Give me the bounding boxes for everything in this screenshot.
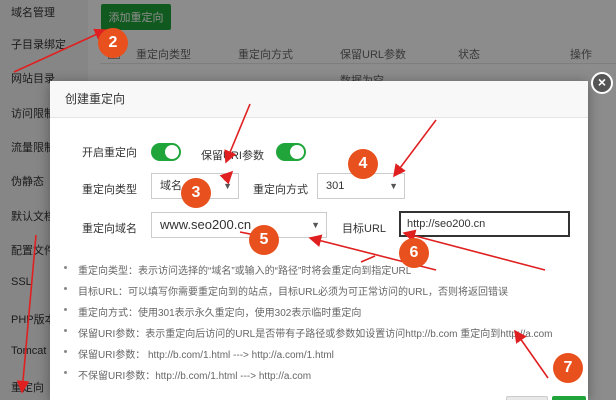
target-url-label: 目标URL xyxy=(342,223,387,235)
redirect-type-value: 域名 xyxy=(160,180,182,192)
annotation-badge-2: 2 xyxy=(98,28,128,58)
redirect-method-value: 301 xyxy=(326,180,345,192)
chevron-down-icon: ▼ xyxy=(223,181,232,191)
annotation-badge-7: 7 xyxy=(553,353,583,383)
enable-redirect-label: 开启重定向 xyxy=(82,147,137,159)
redirect-domain-label: 重定向域名 xyxy=(82,223,137,235)
keep-params-toggle[interactable] xyxy=(276,143,306,161)
enable-redirect-toggle[interactable] xyxy=(151,143,181,161)
toggle-knob xyxy=(290,145,304,159)
annotation-badge-4: 4 xyxy=(348,149,378,179)
chevron-down-icon: ▼ xyxy=(311,220,320,230)
cancel-button[interactable] xyxy=(506,396,548,400)
annotation-badge-5: 5 xyxy=(249,225,279,255)
redirect-type-label: 重定向类型 xyxy=(82,184,137,196)
toggle-knob xyxy=(165,145,179,159)
dialog-title: 创建重定向 xyxy=(50,81,588,118)
keep-params-label: 保留URI参数 xyxy=(201,150,264,162)
close-icon[interactable]: × xyxy=(591,72,613,94)
redirect-domain-select[interactable]: www.seo200.cn ▼ xyxy=(151,212,327,238)
submit-button[interactable] xyxy=(552,396,586,400)
target-url-input[interactable]: http://seo200.cn xyxy=(399,211,570,237)
redirect-domain-value: www.seo200.cn xyxy=(160,217,252,232)
chevron-down-icon: ▼ xyxy=(389,181,398,191)
annotation-badge-6: 6 xyxy=(399,238,429,268)
annotation-badge-3: 3 xyxy=(181,178,211,208)
redirect-method-label: 重定向方式 xyxy=(253,184,308,196)
